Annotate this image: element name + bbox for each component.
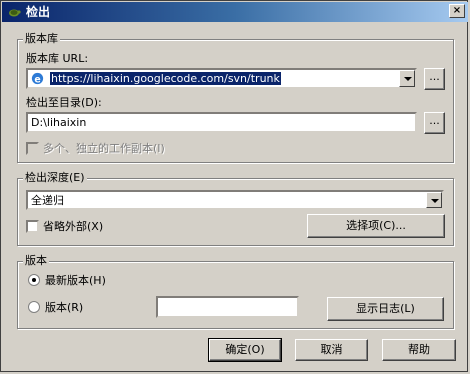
ie-globe-icon: e bbox=[31, 72, 44, 85]
specific-revision-label: 版本(R) bbox=[45, 301, 84, 314]
options-button[interactable]: 选择项(C)... bbox=[307, 214, 445, 238]
url-combobox[interactable]: e https://lihaixin.googlecode.com/svn/tr… bbox=[26, 68, 417, 89]
checkout-dir-input[interactable]: D:\lihaixin bbox=[26, 112, 417, 133]
close-button[interactable]: × bbox=[449, 4, 465, 18]
depth-dropdown-arrow-icon[interactable] bbox=[426, 192, 442, 208]
head-revision-radio[interactable] bbox=[28, 274, 40, 286]
omit-externals-checkbox[interactable] bbox=[26, 220, 39, 233]
revision-group-title: 版本 bbox=[23, 254, 49, 267]
cancel-button[interactable]: 取消 bbox=[295, 339, 368, 361]
window-title: 检出 bbox=[26, 5, 51, 19]
url-dropdown-arrow-icon[interactable] bbox=[399, 70, 415, 87]
title-bar[interactable]: 检出 × bbox=[2, 2, 468, 22]
multi-copy-label: 多个、独立的工作副本(I) bbox=[43, 142, 165, 155]
head-revision-label: 最新版本(H) bbox=[45, 274, 106, 287]
checkout-dir-value: D:\lihaixin bbox=[31, 116, 87, 129]
help-button[interactable]: 帮助 bbox=[382, 339, 456, 361]
url-label: 版本库 URL: bbox=[26, 52, 89, 65]
browse-url-button[interactable]: ... bbox=[424, 68, 445, 90]
depth-combobox[interactable]: 全递归 bbox=[26, 190, 444, 210]
revision-input[interactable] bbox=[156, 296, 299, 318]
specific-revision-radio[interactable] bbox=[28, 301, 40, 313]
tortoise-icon bbox=[9, 9, 21, 17]
repository-group-title: 版本库 bbox=[23, 32, 60, 45]
depth-value: 全递归 bbox=[31, 194, 64, 207]
multi-copy-checkbox[interactable] bbox=[26, 142, 39, 155]
checkout-dir-label: 检出至目录(D): bbox=[26, 96, 102, 109]
show-log-button[interactable]: 显示日志(L) bbox=[327, 297, 444, 321]
checkout-dialog: 检出 × 版本库 版本库 URL: e https://lihaixin.goo… bbox=[0, 0, 468, 372]
omit-externals-label: 省略外部(X) bbox=[43, 220, 104, 233]
close-icon: × bbox=[452, 5, 462, 16]
ok-button[interactable]: 确定(O) bbox=[208, 338, 282, 362]
browse-dir-button[interactable]: ... bbox=[424, 112, 445, 134]
depth-group-title: 检出深度(E) bbox=[23, 171, 87, 184]
svg-text:e: e bbox=[34, 74, 40, 85]
url-value[interactable]: https://lihaixin.googlecode.com/svn/trun… bbox=[50, 72, 281, 85]
